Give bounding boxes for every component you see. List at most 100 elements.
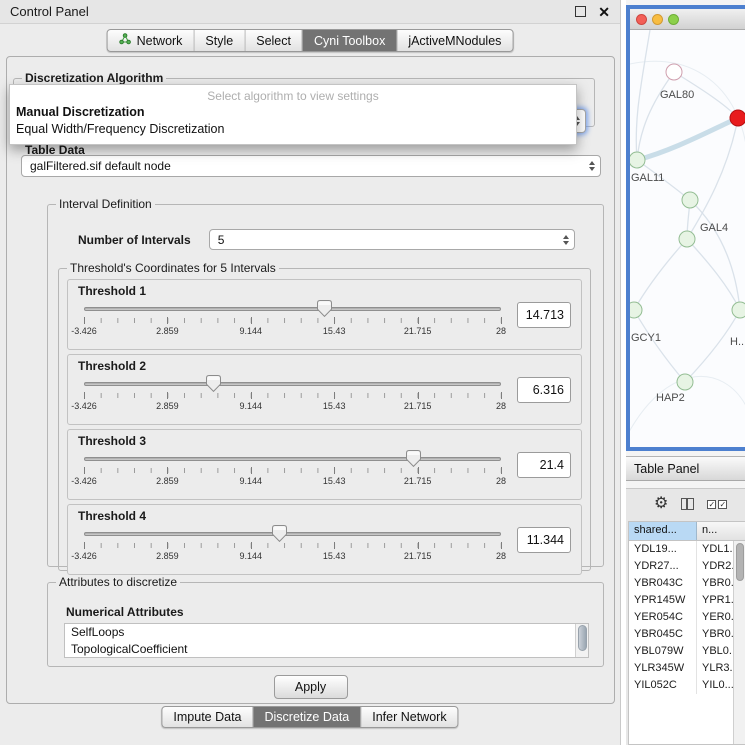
network-node-gal80[interactable] xyxy=(666,64,682,80)
slider-major-tick xyxy=(334,392,335,399)
close-traffic-light-icon[interactable] xyxy=(636,14,647,25)
minimize-traffic-light-icon[interactable] xyxy=(652,14,663,25)
tab-cyni-toolbox[interactable]: Cyni Toolbox xyxy=(302,30,396,51)
threshold-slider[interactable]: -3.4262.8599.14415.4321.71528 xyxy=(84,299,501,341)
dropdown-option-equal-width-frequency-discretization[interactable]: Equal Width/Frequency Discretization xyxy=(10,121,576,138)
tab-select[interactable]: Select xyxy=(244,30,302,51)
float-window-icon[interactable] xyxy=(575,6,586,17)
column-header-0[interactable]: shared... xyxy=(629,522,697,540)
threshold-value-field[interactable]: 14.713 xyxy=(517,302,571,328)
numerical-attributes-list[interactable]: SelfLoopsTopologicalCoefficientBetweenne… xyxy=(64,623,589,658)
tab-label: Infer Network xyxy=(372,710,446,724)
apply-button[interactable]: Apply xyxy=(274,675,348,699)
network-canvas[interactable]: GAL80GAL11GAL4GCY1H...HAP2 xyxy=(630,30,745,447)
network-node[interactable] xyxy=(682,192,698,208)
threshold-slider[interactable]: -3.4262.8599.14415.4321.71528 xyxy=(84,449,501,491)
network-icon xyxy=(119,33,132,48)
columns-icon[interactable] xyxy=(681,498,694,510)
network-node-gal4[interactable] xyxy=(679,231,695,247)
node-label: H... xyxy=(730,336,745,348)
threshold-slider[interactable]: -3.4262.8599.14415.4321.71528 xyxy=(84,524,501,566)
table-row[interactable]: YDR27...YDR2... xyxy=(629,558,745,575)
network-edge xyxy=(687,239,740,310)
slider-major-tick xyxy=(84,317,85,324)
table-header-row: shared...n... xyxy=(629,522,745,541)
checkbox-icon[interactable]: ✓ xyxy=(707,500,716,509)
table-toolbar: ⚙ ✓ ✓ xyxy=(626,489,745,519)
threshold-slider[interactable]: -3.4262.8599.14415.4321.71528 xyxy=(84,374,501,416)
table-panel-titlebar[interactable]: Table Panel xyxy=(626,456,745,481)
slider-major-tick xyxy=(501,542,502,549)
table-data-combo-value: galFiltered.sif default node xyxy=(30,159,584,173)
slider-thumb[interactable] xyxy=(272,525,287,542)
table-row[interactable]: YER054CYER0... xyxy=(629,609,745,626)
table-row[interactable]: YLR345WYLR3... xyxy=(629,660,745,677)
attribute-item-selfloops[interactable]: SelfLoops xyxy=(65,624,588,641)
slider-tick-label: 15.43 xyxy=(323,326,346,336)
attribute-item-topologicalcoefficient[interactable]: TopologicalCoefficient xyxy=(65,641,588,658)
tab-impute-data[interactable]: Impute Data xyxy=(162,707,252,727)
slider-track[interactable] xyxy=(84,457,501,461)
select-columns-icons[interactable]: ✓ ✓ xyxy=(707,500,727,509)
tab-jactivemnodules[interactable]: jActiveMNodules xyxy=(396,30,512,51)
attributes-to-discretize-group: Attributes to discretize Numerical Attri… xyxy=(47,575,604,667)
table-scrollbar[interactable] xyxy=(733,541,745,744)
network-node-hap2[interactable] xyxy=(677,374,693,390)
table-cell: YER054C xyxy=(629,609,697,626)
threshold-row: -3.4262.8599.14415.4321.71528 11.344 xyxy=(78,524,571,566)
gear-icon[interactable]: ⚙ xyxy=(654,496,668,512)
tab-label: jActiveMNodules xyxy=(408,34,501,48)
slider-track[interactable] xyxy=(84,382,501,386)
slider-tick-label: 9.144 xyxy=(240,551,263,561)
slider-major-tick xyxy=(501,392,502,399)
network-node-h[interactable] xyxy=(732,302,745,318)
threshold-label: Threshold 4 xyxy=(78,509,571,523)
zoom-traffic-light-icon[interactable] xyxy=(668,14,679,25)
threshold-value-field[interactable]: 6.316 xyxy=(517,377,571,403)
tab-style[interactable]: Style xyxy=(193,30,244,51)
table-scrollbar-thumb[interactable] xyxy=(736,543,744,581)
tab-network[interactable]: Network xyxy=(108,30,194,51)
network-node[interactable] xyxy=(730,110,745,126)
slider-tick-label: 15.43 xyxy=(323,476,346,486)
network-node-gcy1[interactable] xyxy=(630,302,642,318)
slider-major-tick xyxy=(84,542,85,549)
table-rows: YDL19...YDL1...YDR27...YDR2...YBR043CYBR… xyxy=(629,541,745,694)
checkbox-icon[interactable]: ✓ xyxy=(718,500,727,509)
slider-tick-label: 28 xyxy=(496,326,506,336)
list-scrollbar[interactable] xyxy=(575,624,588,657)
threshold-value-field[interactable]: 11.344 xyxy=(517,527,571,553)
slider-tick-label: 2.859 xyxy=(156,476,179,486)
table-row[interactable]: YBR043CYBR0... xyxy=(629,575,745,592)
network-edge xyxy=(634,310,685,382)
table-data-combo[interactable]: galFiltered.sif default node xyxy=(21,155,601,177)
tab-label: Style xyxy=(205,34,233,48)
table-row[interactable]: YBL079WYBL0... xyxy=(629,643,745,660)
attribute-items: SelfLoopsTopologicalCoefficientBetweenne… xyxy=(65,624,588,658)
slider-tick-label: 2.859 xyxy=(156,401,179,411)
slider-major-tick xyxy=(251,542,252,549)
slider-thumb[interactable] xyxy=(406,450,421,467)
tab-infer-network[interactable]: Infer Network xyxy=(360,707,457,727)
slider-minor-ticks xyxy=(84,543,501,548)
number-of-intervals-spinner[interactable]: 5 xyxy=(209,229,575,250)
table-row[interactable]: YPR145WYPR1... xyxy=(629,592,745,609)
tab-discretize-data[interactable]: Discretize Data xyxy=(253,707,361,727)
table-cell: YLR345W xyxy=(629,660,697,677)
table-cell: YBL079W xyxy=(629,643,697,660)
dropdown-option-manual-discretization[interactable]: Manual Discretization xyxy=(10,104,576,121)
slider-thumb[interactable] xyxy=(206,375,221,392)
network-node-gal11[interactable] xyxy=(630,152,645,168)
threshold-value-field[interactable]: 21.4 xyxy=(517,452,571,478)
close-icon[interactable]: ✕ xyxy=(598,5,610,19)
slider-track[interactable] xyxy=(84,307,501,311)
slider-track[interactable] xyxy=(84,532,501,536)
table-row[interactable]: YDL19...YDL1... xyxy=(629,541,745,558)
table-row[interactable]: YBR045CYBR0... xyxy=(629,626,745,643)
slider-thumb[interactable] xyxy=(317,300,332,317)
list-scrollbar-thumb[interactable] xyxy=(578,625,587,651)
table-row[interactable]: YIL052CYIL0... xyxy=(629,677,745,694)
column-header-1[interactable]: n... xyxy=(697,522,745,540)
discretization-algorithm-legend: Discretization Algorithm xyxy=(22,71,166,85)
slider-major-tick xyxy=(167,392,168,399)
